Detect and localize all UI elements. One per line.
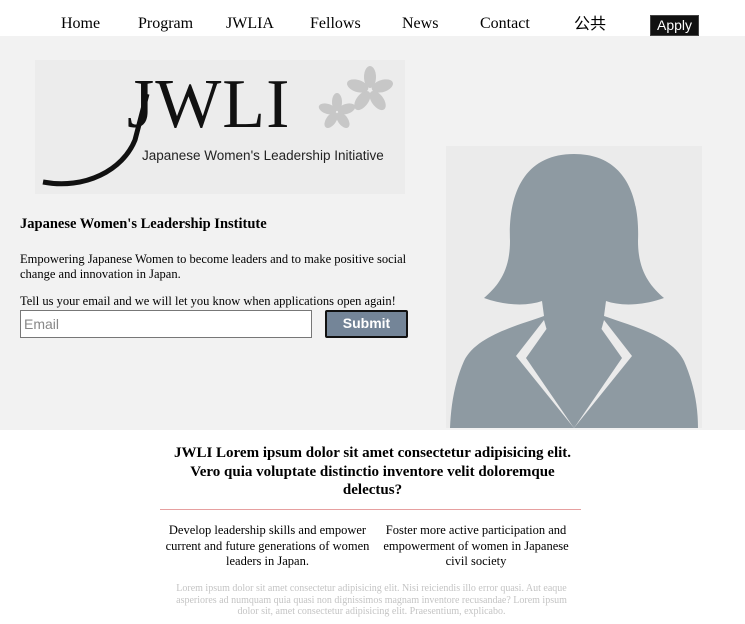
goal-right: Foster more active participation and emp… — [383, 523, 569, 568]
woman-silhouette-icon — [450, 154, 698, 428]
section-divider — [160, 509, 581, 510]
tagline: Empowering Japanese Women to become lead… — [20, 252, 407, 281]
apply-button[interactable]: Apply — [650, 15, 699, 36]
mission-headline: JWLI Lorem ipsum dolor sit amet consecte… — [173, 445, 572, 498]
email-input[interactable] — [20, 310, 312, 338]
nav-home[interactable]: Home — [61, 15, 100, 33]
avatar-placeholder — [446, 146, 702, 428]
nav-news[interactable]: News — [402, 15, 438, 33]
cherry-blossom-icon — [318, 66, 393, 128]
nav-jwlia[interactable]: JWLIA — [226, 15, 274, 33]
jwli-logo: JWLI Japanese Women's Leadership Initiat… — [35, 60, 405, 194]
nav-fellows[interactable]: Fellows — [310, 15, 361, 33]
faded-paragraph: Lorem ipsum dolor sit amet consectetur a… — [176, 583, 567, 617]
hero-section: JWLI Japanese Women's Leadership Initiat… — [0, 36, 745, 430]
nav-program[interactable]: Program — [138, 15, 193, 33]
top-nav: Home Program JWLIA Fellows News Contact … — [0, 0, 745, 36]
goal-left: Develop leadership skills and empower cu… — [165, 523, 370, 568]
logo-subtitle: Japanese Women's Leadership Initiative — [142, 148, 384, 163]
nav-contact[interactable]: Contact — [480, 15, 530, 33]
nav-public[interactable]: 公共 — [574, 16, 606, 34]
logo-wordmark: JWLI — [127, 66, 291, 143]
submit-button[interactable]: Submit — [325, 310, 408, 338]
institute-title: Japanese Women's Leadership Institute — [20, 216, 267, 232]
email-prompt: Tell us your email and we will let you k… — [20, 294, 396, 308]
